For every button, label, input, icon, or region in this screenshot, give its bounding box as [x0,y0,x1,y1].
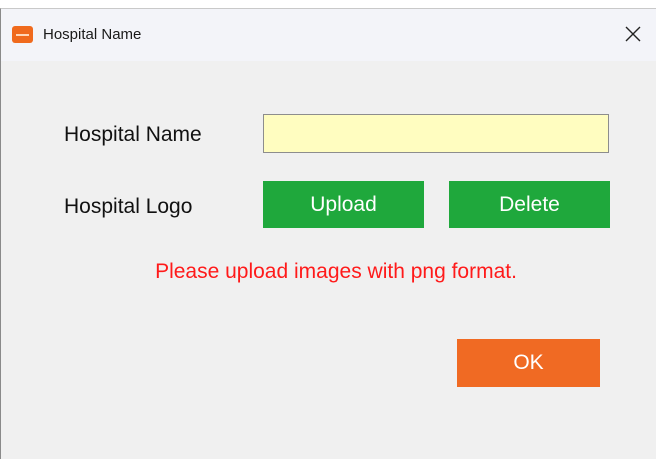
hospital-name-dialog: Hospital Name Hospital Name Hospital Log… [0,8,656,459]
delete-button[interactable]: Delete [449,181,610,228]
ok-button[interactable]: OK [457,339,600,387]
app-logo-icon [12,26,33,43]
hospital-name-input[interactable] [263,114,609,153]
upload-button[interactable]: Upload [263,181,424,228]
hospital-name-label: Hospital Name [64,123,202,146]
title-bar[interactable]: Hospital Name [1,9,656,61]
format-warning-text: Please upload images with png format. [155,260,517,283]
window-title: Hospital Name [43,26,142,43]
hospital-logo-label: Hospital Logo [64,195,193,218]
close-button[interactable] [612,17,656,51]
close-icon [625,26,641,42]
